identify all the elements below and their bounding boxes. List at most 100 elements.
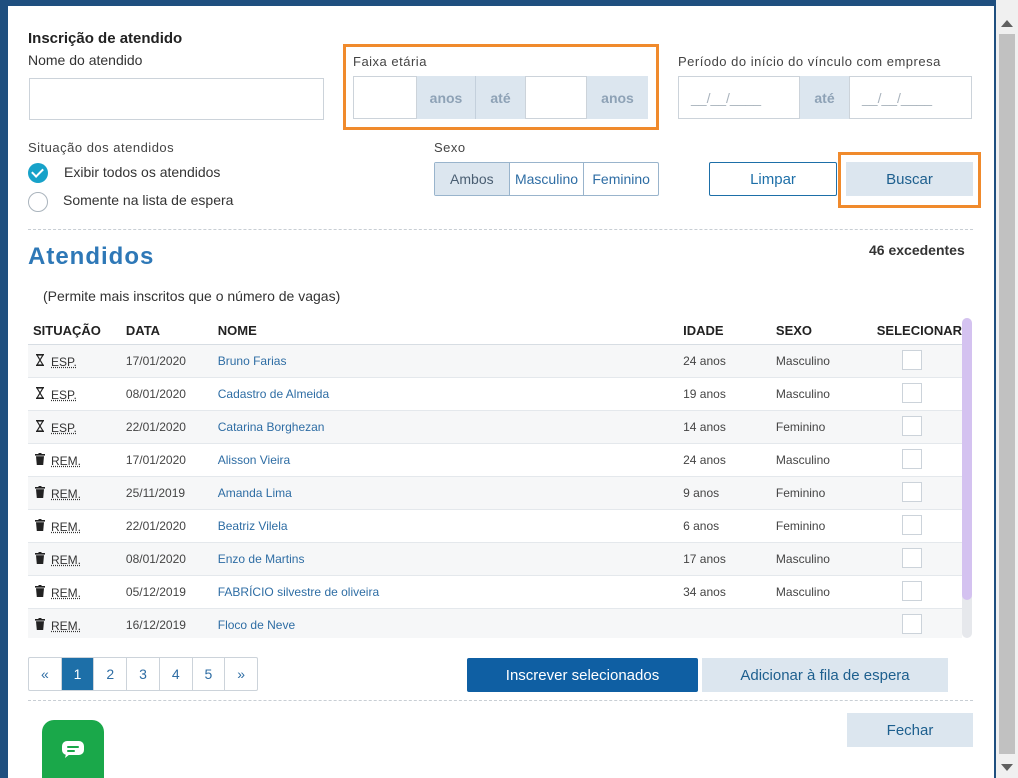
page-3[interactable]: 3 [126, 658, 159, 690]
trash-icon [34, 551, 46, 567]
name-label: Nome do atendido [28, 52, 143, 68]
sex-option-both[interactable]: Ambos [435, 163, 509, 195]
status-abbr: ESP. [51, 387, 77, 402]
select-checkbox[interactable] [901, 613, 922, 634]
select-checkbox[interactable] [901, 514, 922, 535]
select-checkbox[interactable] [901, 448, 922, 469]
excess-count: 46 excedentes [869, 242, 965, 258]
attendee-name-link[interactable]: Amanda Lima [218, 486, 292, 500]
cell-situation: REM. [28, 509, 126, 543]
cell-age: 24 anos [683, 443, 776, 477]
page-scrollbar[interactable] [996, 0, 1018, 778]
page-next[interactable]: » [224, 658, 257, 690]
trash-icon [34, 584, 46, 600]
sex-option-female[interactable]: Feminino [583, 163, 658, 195]
situation-label: Situação dos atendidos [28, 140, 175, 155]
select-checkbox[interactable] [901, 481, 922, 502]
add-to-waitlist-button[interactable]: Adicionar à fila de espera [702, 658, 948, 692]
sex-option-male[interactable]: Masculino [508, 163, 584, 195]
select-checkbox[interactable] [901, 580, 922, 601]
attendee-name-link[interactable]: Enzo de Martins [218, 552, 305, 566]
cell-date: 17/01/2020 [125, 344, 218, 378]
cell-date: 22/01/2020 [125, 509, 218, 543]
attendee-name-link[interactable]: Cadastro de Almeida [218, 387, 329, 401]
age-from-input[interactable] [353, 76, 417, 119]
radio-show-all-label[interactable]: Exibir todos os atendidos [64, 164, 220, 180]
cell-age: 34 anos [683, 575, 776, 609]
cell-date: 08/01/2020 [125, 377, 218, 411]
attendee-name-link[interactable]: Bruno Farias [218, 354, 287, 368]
scroll-up-arrow-icon[interactable] [1001, 20, 1013, 27]
page-2[interactable]: 2 [93, 658, 126, 690]
table-scroll-thumb[interactable] [962, 318, 972, 600]
status-abbr: ESP. [51, 420, 77, 435]
enrollment-modal: Inscrição de atendido Nome do atendido F… [8, 6, 994, 778]
age-unit-addon-2: anos [587, 76, 648, 119]
cell-date: 08/01/2020 [125, 542, 218, 576]
list-title: Atendidos [28, 243, 155, 270]
col-header-name[interactable]: NOME [217, 316, 684, 345]
age-label: Faixa etária [353, 54, 427, 69]
hourglass-icon [34, 353, 46, 369]
cell-select [876, 608, 962, 638]
trash-icon [34, 452, 46, 468]
attendee-name-link[interactable]: Floco de Neve [218, 618, 295, 632]
search-button[interactable]: Buscar [846, 162, 973, 196]
cell-sex: Masculino [775, 344, 877, 378]
attendee-name-link[interactable]: Beatriz Vilela [218, 519, 288, 533]
status-abbr: REM. [51, 486, 81, 501]
page-5[interactable]: 5 [191, 658, 225, 690]
clear-button[interactable]: Limpar [709, 162, 837, 196]
scroll-down-arrow-icon[interactable] [1001, 764, 1013, 771]
select-checkbox[interactable] [901, 349, 922, 370]
page-prev[interactable]: « [29, 658, 61, 690]
radio-waitlist-only[interactable] [28, 192, 48, 212]
cell-date: 17/01/2020 [125, 443, 218, 477]
select-checkbox[interactable] [901, 415, 922, 436]
scroll-thumb[interactable] [999, 34, 1015, 754]
attendee-name-link[interactable]: Catarina Borghezan [218, 420, 325, 434]
page-4[interactable]: 4 [158, 658, 192, 690]
cell-name: Cadastro de Almeida [217, 377, 684, 411]
cell-select [876, 509, 962, 543]
age-to-input[interactable] [525, 76, 587, 119]
radio-show-all[interactable] [28, 163, 48, 183]
chat-icon [61, 740, 85, 758]
cell-select [876, 542, 962, 576]
section-title: Inscrição de atendido [28, 30, 183, 47]
period-end-input[interactable]: __/__/____ [849, 76, 972, 119]
col-header-date[interactable]: DATA [125, 316, 218, 345]
cell-name: FABRÍCIO silvestre de oliveira [217, 575, 684, 609]
cell-sex: Feminino [775, 476, 877, 510]
select-checkbox[interactable] [901, 547, 922, 568]
col-header-sex[interactable]: SEXO [775, 316, 877, 345]
cell-sex: Feminino [775, 410, 877, 444]
status-abbr: REM. [51, 552, 81, 567]
cell-date: 22/01/2020 [125, 410, 218, 444]
enroll-selected-button[interactable]: Inscrever selecionados [467, 658, 698, 692]
attendee-name-link[interactable]: Alisson Vieira [218, 453, 290, 467]
hourglass-icon [34, 419, 46, 435]
attendee-name-link[interactable]: FABRÍCIO silvestre de oliveira [218, 585, 379, 599]
col-header-situation[interactable]: SITUAÇÃO [28, 316, 126, 345]
cell-name: Amanda Lima [217, 476, 684, 510]
cell-situation: REM. [28, 476, 126, 510]
cell-date: 16/12/2019 [125, 608, 218, 638]
trash-icon [34, 617, 46, 633]
cell-situation: REM. [28, 443, 126, 477]
select-checkbox[interactable] [901, 382, 922, 403]
page-1[interactable]: 1 [60, 658, 94, 690]
sex-segmented-control: Ambos Masculino Feminino [434, 162, 659, 196]
col-header-age[interactable]: IDADE [683, 316, 776, 345]
col-header-select: SELECIONAR [876, 316, 962, 345]
radio-waitlist-only-label[interactable]: Somente na lista de espera [63, 192, 233, 208]
cell-age: 17 anos [683, 542, 776, 576]
name-input[interactable] [29, 78, 324, 120]
chat-button[interactable] [42, 720, 104, 778]
cell-name: Floco de Neve [217, 608, 684, 638]
period-start-input[interactable]: __/__/____ [678, 76, 800, 119]
status-abbr: REM. [51, 618, 81, 633]
close-button[interactable]: Fechar [847, 713, 973, 747]
cell-date: 25/11/2019 [125, 476, 218, 510]
cell-name: Bruno Farias [217, 344, 684, 378]
